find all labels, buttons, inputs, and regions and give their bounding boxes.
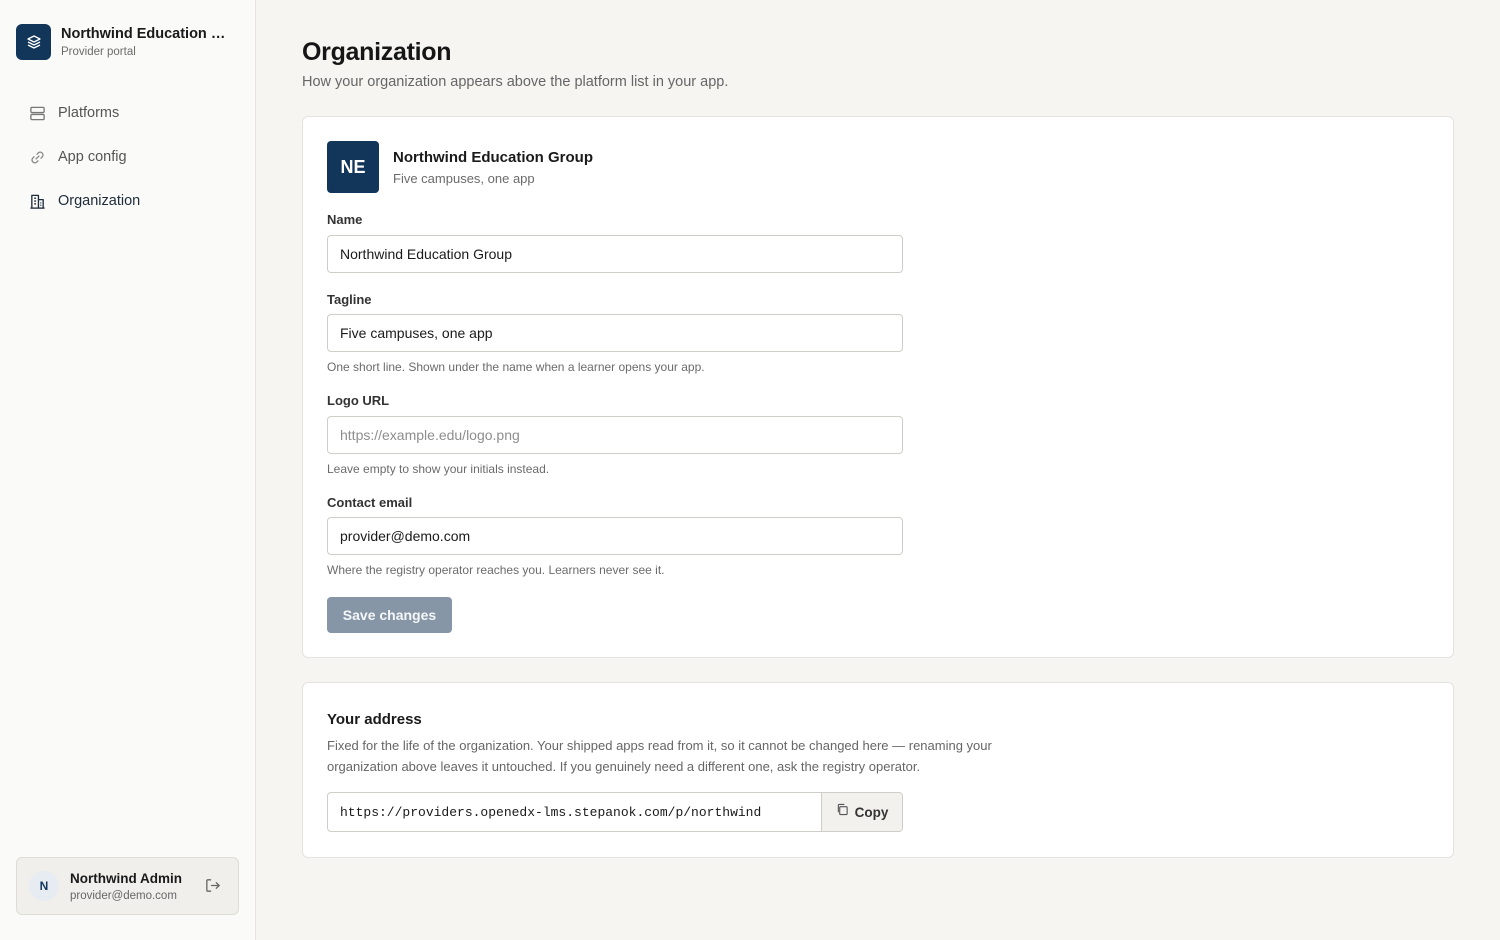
sidebar-item-organization[interactable]: Organization — [16, 184, 240, 218]
sidebar-item-label: Organization — [58, 193, 141, 209]
logo-url-help: Leave empty to show your initials instea… — [327, 462, 550, 476]
brand-subtitle: Provider portal — [61, 46, 136, 58]
sidebar-item-label: App config — [58, 149, 127, 165]
tagline-help: One short line. Shown under the name whe… — [327, 360, 705, 374]
user-card: N Northwind Admin provider@demo.com — [16, 857, 239, 915]
address-card: Your address Fixed for the life of the o… — [302, 682, 1454, 858]
tagline-label: Tagline — [327, 292, 372, 307]
contact-email-label: Contact email — [327, 495, 413, 510]
organization-card: NE Northwind Education Group Five campus… — [302, 116, 1454, 658]
copy-button[interactable]: Copy — [821, 793, 902, 831]
logo-url-label: Logo URL — [327, 393, 390, 408]
org-avatar: NE — [327, 141, 379, 193]
server-icon — [28, 104, 46, 122]
address-title: Your address — [327, 711, 422, 728]
avatar: N — [29, 871, 59, 901]
sidebar: Northwind Education Group Provider porta… — [0, 0, 256, 940]
save-button[interactable]: Save changes — [327, 597, 452, 633]
page-subtitle: How your organization appears above the … — [302, 74, 729, 90]
logout-icon[interactable] — [204, 877, 222, 895]
logo-url-field[interactable] — [327, 416, 903, 454]
building-icon — [28, 192, 46, 210]
address-description: Fixed for the life of the organization. … — [327, 738, 992, 774]
layers-icon — [16, 24, 51, 60]
tagline-field[interactable] — [327, 314, 903, 352]
sidebar-item-label: Platforms — [58, 105, 120, 121]
name-label: Name — [327, 212, 363, 227]
sidebar-nav: Platforms App config Organization — [16, 96, 240, 228]
user-email: provider@demo.com — [70, 889, 177, 902]
name-field[interactable] — [327, 235, 903, 273]
copy-icon — [836, 803, 849, 821]
link-icon — [28, 148, 46, 166]
contact-email-field[interactable] — [327, 517, 903, 555]
copy-label: Copy — [854, 804, 889, 820]
sidebar-item-platforms[interactable]: Platforms — [16, 96, 240, 130]
address-url[interactable]: https://providers.openedx-lms.stepanok.c… — [328, 793, 821, 831]
brand-name: Northwind Education Group — [61, 26, 236, 42]
brand: Northwind Education Group Provider porta… — [16, 24, 236, 60]
contact-email-help: Where the registry operator reaches you.… — [327, 563, 665, 577]
org-preview: NE Northwind Education Group Five campus… — [327, 141, 593, 193]
page-title: Organization — [302, 38, 452, 66]
user-name: Northwind Admin — [70, 870, 182, 886]
org-preview-name: Northwind Education Group — [393, 148, 593, 166]
org-preview-tagline: Five campuses, one app — [393, 170, 535, 186]
sidebar-item-app-config[interactable]: App config — [16, 140, 240, 174]
address-field: https://providers.openedx-lms.stepanok.c… — [327, 792, 903, 832]
